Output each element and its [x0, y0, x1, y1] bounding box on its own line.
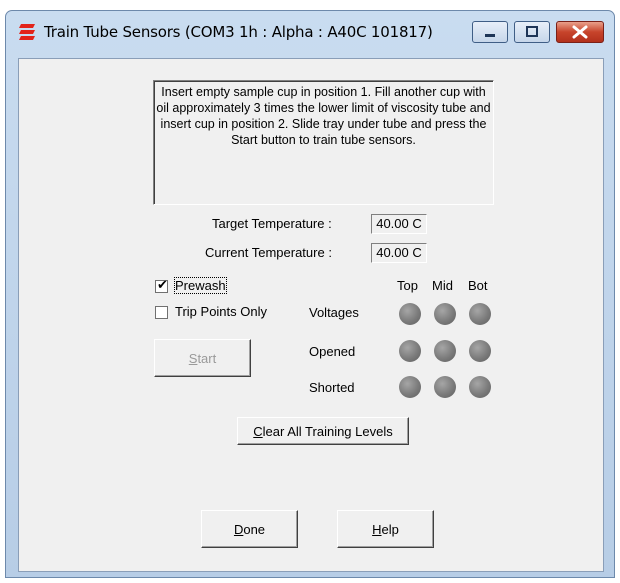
- opened-bot-indicator: [469, 340, 491, 362]
- title-bar[interactable]: Train Tube Sensors (COM3 1h : Alpha : A4…: [6, 11, 614, 55]
- done-button-accelerator: D: [233, 521, 244, 537]
- shorted-bot-indicator: [469, 376, 491, 398]
- trip-points-only-label: Trip Points Only: [175, 304, 267, 319]
- shorted-row-label: Shorted: [309, 380, 355, 395]
- prewash-label: Prewash: [174, 277, 227, 294]
- voltages-bot-indicator: [469, 303, 491, 325]
- target-temperature-value: 40.00 C: [371, 214, 427, 234]
- trip-points-only-checkbox-box[interactable]: [155, 306, 168, 319]
- voltages-top-indicator: [399, 303, 421, 325]
- clear-button-label-post: lear All Training Levels: [262, 423, 393, 439]
- target-temperature-label: Target Temperature :: [212, 216, 332, 231]
- close-button[interactable]: [556, 21, 604, 43]
- clear-button-accelerator: C: [253, 423, 263, 439]
- help-button-accelerator: H: [372, 521, 382, 537]
- start-button-label-post: tart: [197, 350, 217, 366]
- check-mark-icon: ✔: [157, 277, 168, 292]
- app-icon: [19, 24, 35, 40]
- dialog-window: Train Tube Sensors (COM3 1h : Alpha : A4…: [5, 10, 615, 578]
- column-header-mid: Mid: [432, 278, 453, 293]
- close-icon: [572, 25, 588, 39]
- column-header-top: Top: [397, 278, 418, 293]
- dialog-client-area: Insert empty sample cup in position 1. F…: [18, 58, 604, 572]
- opened-row-label: Opened: [309, 344, 356, 359]
- trip-points-only-checkbox[interactable]: Trip Points Only: [155, 304, 285, 322]
- window-title: Train Tube Sensors (COM3 1h : Alpha : A4…: [44, 23, 433, 41]
- opened-top-indicator: [399, 340, 421, 362]
- done-button-label-post: one: [243, 521, 266, 537]
- shorted-top-indicator: [399, 376, 421, 398]
- current-temperature-label: Current Temperature :: [205, 245, 332, 260]
- current-temperature-value: 40.00 C: [371, 243, 427, 263]
- maximize-button[interactable]: [514, 21, 550, 43]
- shorted-mid-indicator: [434, 376, 456, 398]
- opened-mid-indicator: [434, 340, 456, 362]
- maximize-icon: [526, 26, 538, 37]
- prewash-checkbox-box[interactable]: ✔: [155, 277, 168, 293]
- voltages-mid-indicator: [434, 303, 456, 325]
- minimize-button[interactable]: [472, 21, 508, 43]
- clear-all-training-levels-button[interactable]: Clear All Training Levels: [237, 417, 409, 445]
- voltages-row-label: Voltages: [309, 305, 359, 320]
- instructions-text: Insert empty sample cup in position 1. F…: [153, 80, 494, 205]
- done-button[interactable]: Done: [201, 510, 298, 548]
- help-button-label-post: elp: [381, 521, 399, 537]
- minimize-icon: [485, 34, 495, 37]
- column-header-bot: Bot: [468, 278, 488, 293]
- help-button[interactable]: Help: [337, 510, 434, 548]
- prewash-checkbox[interactable]: ✔ Prewash: [155, 277, 265, 296]
- start-button[interactable]: Start: [154, 339, 251, 377]
